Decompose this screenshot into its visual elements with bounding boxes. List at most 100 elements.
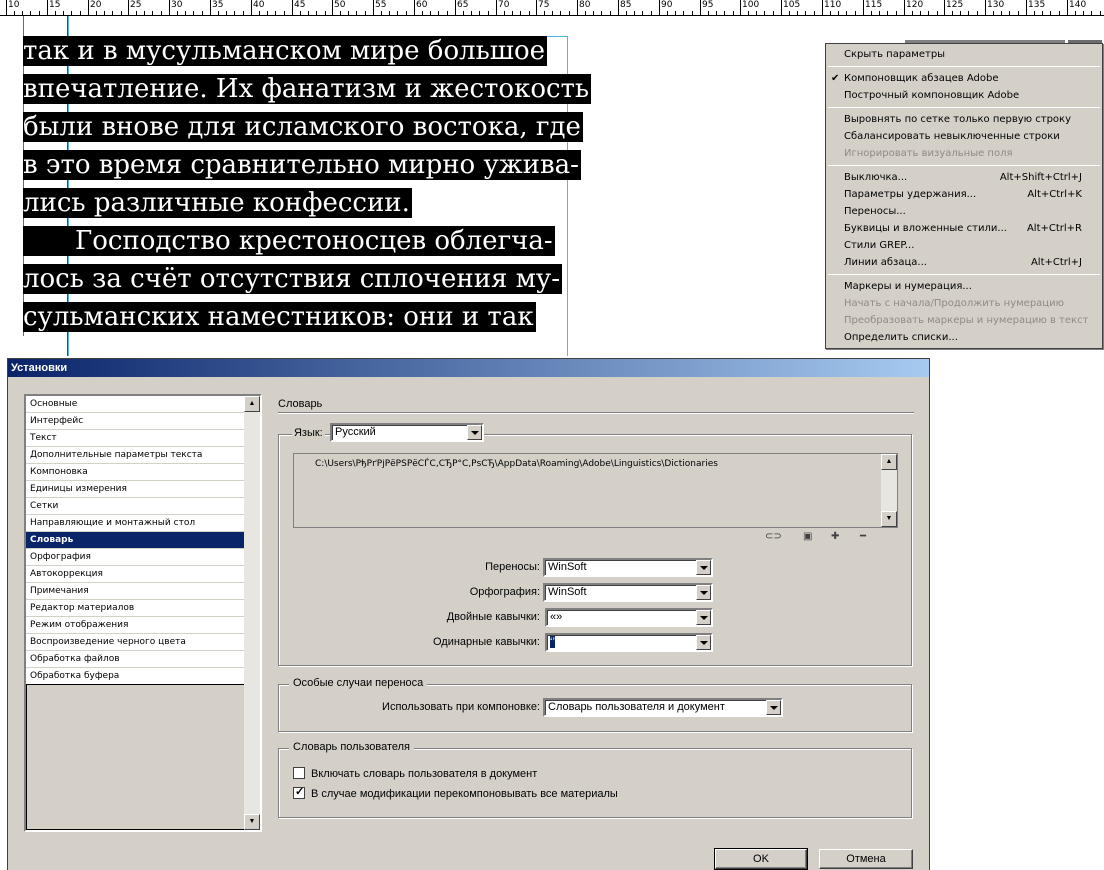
category-item[interactable]: Словарь [26,532,246,549]
dialog-title[interactable]: Установки [8,359,929,377]
compose-using-select[interactable]: Словарь пользователя и документ [543,698,783,717]
ruler-minor-tick [830,11,831,15]
text-line: Господство крестоносцев облегча- [23,226,555,256]
ruler-minor-tick [1100,11,1101,15]
shortcut-label: Alt+Ctrl+J [1030,257,1082,268]
menu-item-balance-ragged[interactable]: Сбалансировать невыключенные строки [826,128,1102,145]
ruler-minor-tick [920,11,921,15]
ruler-minor-tick [937,11,938,15]
ruler-minor-tick [569,11,570,15]
menu-item-align-first-line[interactable]: Выровнять по сетке только первую строку [826,111,1102,128]
chevron-down-icon[interactable] [766,700,781,715]
scroll-down-button[interactable]: ▼ [244,814,260,830]
category-item[interactable]: Обработка буфера [26,668,246,685]
category-item[interactable]: Компоновка [26,464,246,481]
category-item[interactable]: Интерфейс [26,413,246,430]
category-item[interactable]: Редактор материалов [26,600,246,617]
checkbox[interactable] [293,767,305,779]
ruler-minor-tick [136,11,137,15]
scroll-down-button[interactable]: ▼ [881,511,897,527]
ruler-major-tick [822,0,823,15]
category-item[interactable]: Дополнительные параметры текста [26,447,246,464]
checkbox-checked[interactable] [293,785,305,799]
menu-item-drop-caps[interactable]: Буквицы и вложенные стили... Alt+Ctrl+R [826,220,1102,237]
cancel-button[interactable]: Отмена [819,849,913,869]
ruler-minor-tick [756,11,757,15]
category-item[interactable]: Воспроизведение черного цвета [26,634,246,651]
relink-icon[interactable]: ⊂⊃ [765,531,782,542]
category-item[interactable]: Основные [26,396,246,413]
menu-item-bullets-numbering[interactable]: Маркеры и нумерация... [826,278,1102,295]
ruler-minor-tick [512,11,513,15]
chevron-down-icon[interactable] [696,585,711,600]
ruler-minor-tick [838,11,839,15]
ruler-label: 65 [457,0,469,10]
ruler-minor-tick [381,11,382,15]
single-quotes-combo[interactable]: ‘’ [545,633,713,652]
category-item[interactable]: Режим отображения [26,617,246,634]
menu-item-paragraph-composer[interactable]: ✔ Компоновщик абзацев Adobe [826,70,1102,87]
ruler-minor-tick [63,11,64,15]
category-item[interactable]: Сетки [26,498,246,515]
ruler-minor-tick [733,11,734,15]
ruler-minor-tick [928,11,929,15]
category-item[interactable]: Направляющие и монтажный стол [26,515,246,532]
dictionary-path[interactable]: C:\Users\РђРґРјРёРЅРёСЃС‚СЂР°С‚РѕСЂ\AppD… [315,459,718,469]
menu-item-single-line-composer[interactable]: Построчный компоновщик Adobe [826,87,1102,104]
ruler-minor-tick [71,11,72,15]
horizontal-ruler[interactable]: 10 15 20 25 30 35 40 45 50 55 60 65 70 75 80 85 90 95 100 1… [0,0,1104,16]
menu-item-hide-options[interactable]: Скрыть параметры [826,46,1102,63]
category-item[interactable]: Текст [26,430,246,447]
ruler-major-tick [985,0,986,15]
add-dictionary-icon[interactable]: ✚ [831,531,839,542]
menu-item-paragraph-rules[interactable]: Линии абзаца... Alt+Ctrl+J [826,254,1102,271]
ruler-minor-tick [267,11,268,15]
menu-item-grep-styles[interactable]: Стили GREP... [826,237,1102,254]
dictionary-list[interactable]: C:\Users\РђРґРјРёРЅРёСЃС‚СЂР°С‚РѕСЂ\AppD… [293,453,898,528]
ruler-minor-tick [447,11,448,15]
ruler-minor-tick [968,11,969,15]
menu-item-define-lists[interactable]: Определить списки... [826,329,1102,346]
category-item[interactable]: Единицы измерения [26,481,246,498]
spelling-select[interactable]: WinSoft [543,583,713,602]
new-dictionary-icon[interactable]: ▣ [803,531,812,542]
ruler-minor-tick [144,11,145,15]
recompose-stories-checkbox[interactable]: В случае модификации перекомпоновывать в… [293,785,618,800]
hyphenation-select[interactable]: WinSoft [543,558,713,577]
language-select[interactable]: Русский [330,423,484,442]
ok-button[interactable]: OK [714,848,808,870]
chevron-down-icon[interactable] [696,560,711,575]
ruler-minor-tick [406,11,407,15]
chevron-down-icon[interactable] [696,635,711,650]
category-scrollbar[interactable]: ▲ ▼ [244,396,260,830]
ruler-minor-tick [1091,11,1092,15]
ruler-minor-tick [724,11,725,15]
ruler-minor-tick [308,11,309,15]
category-item[interactable]: Орфография [26,549,246,566]
dictionary-scrollbar[interactable]: ▲ ▼ [881,454,897,527]
ruler-minor-tick [316,11,317,15]
text-line: лось за счёт отсутствия сплочения му- [23,264,563,294]
menu-item-hyphenation[interactable]: Переносы... [826,203,1102,220]
ruler-major-tick [414,0,415,15]
include-user-dict-checkbox[interactable]: Включать словарь пользователя в документ [293,767,537,780]
scroll-up-button[interactable]: ▲ [881,454,897,470]
scroll-up-button[interactable]: ▲ [244,396,260,412]
chevron-down-icon[interactable] [467,425,482,440]
ruler-minor-tick [430,11,431,15]
ruler-minor-tick [651,11,652,15]
category-item[interactable]: Автокоррекция [26,566,246,583]
menu-item-justification[interactable]: Выключка... Alt+Shift+Ctrl+J [826,169,1102,186]
ruler-label: 140 [1069,0,1087,10]
text-line: сульманских наместников: они и так [23,302,536,332]
double-quotes-combo[interactable]: «» [545,608,713,627]
chevron-down-icon[interactable] [696,610,711,625]
category-item[interactable]: Обработка файлов [26,651,246,668]
menu-item-keep-options[interactable]: Параметры удержания... Alt+Ctrl+K [826,186,1102,203]
text-frame[interactable]: так и в мусульманском мире большое впеча… [23,32,592,336]
ruler-label: 15 [49,0,61,10]
compose-using-label: Использовать при компоновке: [382,701,540,713]
category-item[interactable]: Примечания [26,583,246,600]
remove-dictionary-icon[interactable]: ━ [860,531,866,542]
ruler-minor-tick [748,11,749,15]
